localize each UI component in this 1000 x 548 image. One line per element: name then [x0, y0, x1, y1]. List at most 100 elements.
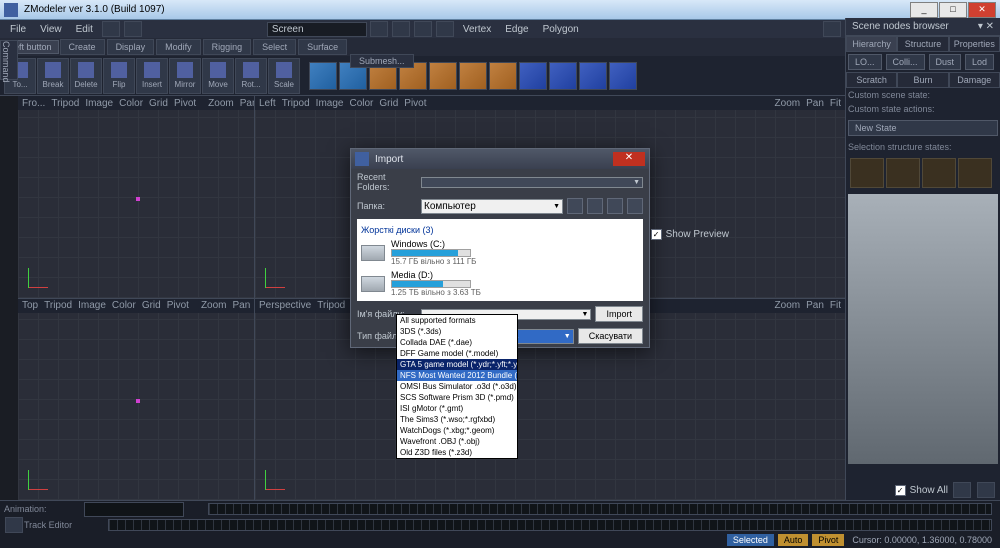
tab-damage[interactable]: Damage: [949, 72, 1000, 88]
tab-hierarchy[interactable]: Hierarchy: [846, 36, 897, 52]
status-auto[interactable]: Auto: [778, 534, 809, 546]
recent-folders-combo[interactable]: [421, 177, 643, 188]
nav-new-icon[interactable]: [607, 198, 623, 214]
sel-polygon[interactable]: Polygon: [537, 22, 585, 37]
tool-mirror[interactable]: Mirror: [169, 58, 201, 94]
fmt-gta5[interactable]: GTA 5 game model (*.ydr;*.yft;*.ydd): [397, 359, 517, 370]
state-icon-4[interactable]: [958, 158, 992, 188]
drive-c[interactable]: Windows (C:) 15.7 ГБ вільно з 111 ГБ: [361, 237, 639, 268]
state-icon-3[interactable]: [922, 158, 956, 188]
animation-input[interactable]: [84, 502, 184, 517]
vp-name[interactable]: Perspective: [259, 300, 311, 311]
menu-edit[interactable]: Edit: [70, 22, 99, 37]
file-browser-area[interactable]: Жорсткі диски (3) Windows (C:) 15.7 ГБ в…: [357, 219, 643, 301]
drive-d[interactable]: Media (D:) 1.25 ТБ вільно з 3.63 ТБ: [361, 268, 639, 299]
show-preview-checkbox[interactable]: ✓: [651, 229, 662, 240]
menu-icon-6[interactable]: [436, 21, 454, 37]
fmt-dae[interactable]: Collada DAE (*.dae): [397, 337, 517, 348]
menu-icon-3[interactable]: [370, 21, 388, 37]
fmt-all[interactable]: All supported formats: [397, 315, 517, 326]
tab-select[interactable]: Select: [253, 39, 296, 55]
cancel-button[interactable]: Скасувати: [578, 328, 643, 344]
fmt-dff[interactable]: DFF Game model (*.model): [397, 348, 517, 359]
fmt-watchdogs[interactable]: WatchDogs (*.xbg;*.geom): [397, 425, 517, 436]
dialog-close-button[interactable]: ✕: [613, 152, 645, 166]
dialog-titlebar[interactable]: Import ✕: [351, 149, 649, 169]
fmt-sims3[interactable]: The Sims3 (*.wso;*.rgfxbd): [397, 414, 517, 425]
viewport-top[interactable]: Top Tripod Image Color Grid Pivot Zoom P…: [18, 299, 254, 501]
menu-icon-2[interactable]: [124, 21, 142, 37]
sel-edge[interactable]: Edge: [499, 22, 534, 37]
minimize-button[interactable]: _: [910, 2, 938, 18]
close-button[interactable]: ✕: [968, 2, 996, 18]
bigtool-11[interactable]: [609, 62, 637, 90]
sel-vertex[interactable]: Vertex: [457, 22, 497, 37]
timeline[interactable]: [208, 503, 992, 515]
tool-scale[interactable]: Scale: [268, 58, 300, 94]
bigtool-8[interactable]: [519, 62, 547, 90]
btn-colli[interactable]: Colli...: [886, 54, 925, 70]
vp-name[interactable]: Top: [22, 300, 38, 311]
state-icon-1[interactable]: [850, 158, 884, 188]
fmt-omsi[interactable]: OMSI Bus Simulator .o3d (*.o3d): [397, 381, 517, 392]
maximize-button[interactable]: □: [939, 2, 967, 18]
show-all-checkbox[interactable]: ✓: [895, 485, 906, 496]
viewport-front[interactable]: Fro... Tripod Image Color Grid Pivot Zoo…: [18, 96, 254, 298]
tab-display[interactable]: Display: [107, 39, 155, 55]
screen-dropdown[interactable]: Screen: [267, 22, 367, 37]
panel-tr-icon[interactable]: [977, 482, 995, 498]
tab-create[interactable]: Create: [60, 39, 105, 55]
btn-lod[interactable]: Lod: [965, 54, 994, 70]
bigtool-6[interactable]: [459, 62, 487, 90]
tab-rigging[interactable]: Rigging: [203, 39, 252, 55]
fmt-nfs[interactable]: NFS Most Wanted 2012 Bundle (*.bndl;*.bi…: [397, 370, 517, 381]
folder-combo[interactable]: Компьютер: [421, 199, 563, 214]
drive-e[interactable]: Data (E:): [361, 299, 639, 301]
status-selected[interactable]: Selected: [727, 534, 774, 546]
tool-insert[interactable]: Insert: [136, 58, 168, 94]
fmt-isi[interactable]: ISI gMotor (*.gmt): [397, 403, 517, 414]
tab-surface[interactable]: Surface: [298, 39, 347, 55]
submesh-label[interactable]: Submesh...: [350, 54, 414, 68]
tool-move[interactable]: Move: [202, 58, 234, 94]
bigtool-5[interactable]: [429, 62, 457, 90]
tool-delete[interactable]: Delete: [70, 58, 102, 94]
nav-view-icon[interactable]: [627, 198, 643, 214]
track-icon[interactable]: [5, 517, 23, 533]
state-icon-2[interactable]: [886, 158, 920, 188]
fmt-3ds[interactable]: 3DS (*.3ds): [397, 326, 517, 337]
tool-flip[interactable]: Flip: [103, 58, 135, 94]
fmt-obj[interactable]: Wavefront .OBJ (*.obj): [397, 436, 517, 447]
bigtool-7[interactable]: [489, 62, 517, 90]
status-pivot[interactable]: Pivot: [812, 534, 844, 546]
fmt-z3d[interactable]: Old Z3D files (*.z3d): [397, 447, 517, 458]
menu-view[interactable]: View: [34, 22, 68, 37]
bigtool-10[interactable]: [579, 62, 607, 90]
menu-file[interactable]: File: [4, 22, 32, 37]
tool-rotate[interactable]: Rot...: [235, 58, 267, 94]
btn-lo[interactable]: LO...: [848, 54, 882, 70]
tab-burn[interactable]: Burn: [897, 72, 948, 88]
tab-properties[interactable]: Properties: [949, 36, 1000, 52]
bigtool-1[interactable]: [309, 62, 337, 90]
menu-r1[interactable]: [823, 21, 841, 37]
nav-up-icon[interactable]: [587, 198, 603, 214]
bigtool-9[interactable]: [549, 62, 577, 90]
filetype-dropdown-list[interactable]: All supported formats 3DS (*.3ds) Collad…: [396, 314, 518, 459]
fmt-scs[interactable]: SCS Software Prism 3D (*.pmd): [397, 392, 517, 403]
import-button[interactable]: Import: [595, 306, 643, 322]
vp-name[interactable]: Left: [259, 98, 276, 109]
new-state-button[interactable]: New State: [848, 120, 998, 136]
tab-scratch[interactable]: Scratch: [846, 72, 897, 88]
menu-icon-5[interactable]: [414, 21, 432, 37]
tab-structure[interactable]: Structure: [897, 36, 948, 52]
panel-tl-icon[interactable]: [953, 482, 971, 498]
btn-dust[interactable]: Dust: [929, 54, 962, 70]
menu-icon-1[interactable]: [102, 21, 120, 37]
menu-icon-4[interactable]: [392, 21, 410, 37]
vp-name[interactable]: Fro...: [22, 98, 45, 109]
tool-break[interactable]: Break: [37, 58, 69, 94]
timeline-2[interactable]: [108, 519, 992, 531]
nav-back-icon[interactable]: [567, 198, 583, 214]
command-sidebar-tab[interactable]: Command: [0, 40, 18, 80]
